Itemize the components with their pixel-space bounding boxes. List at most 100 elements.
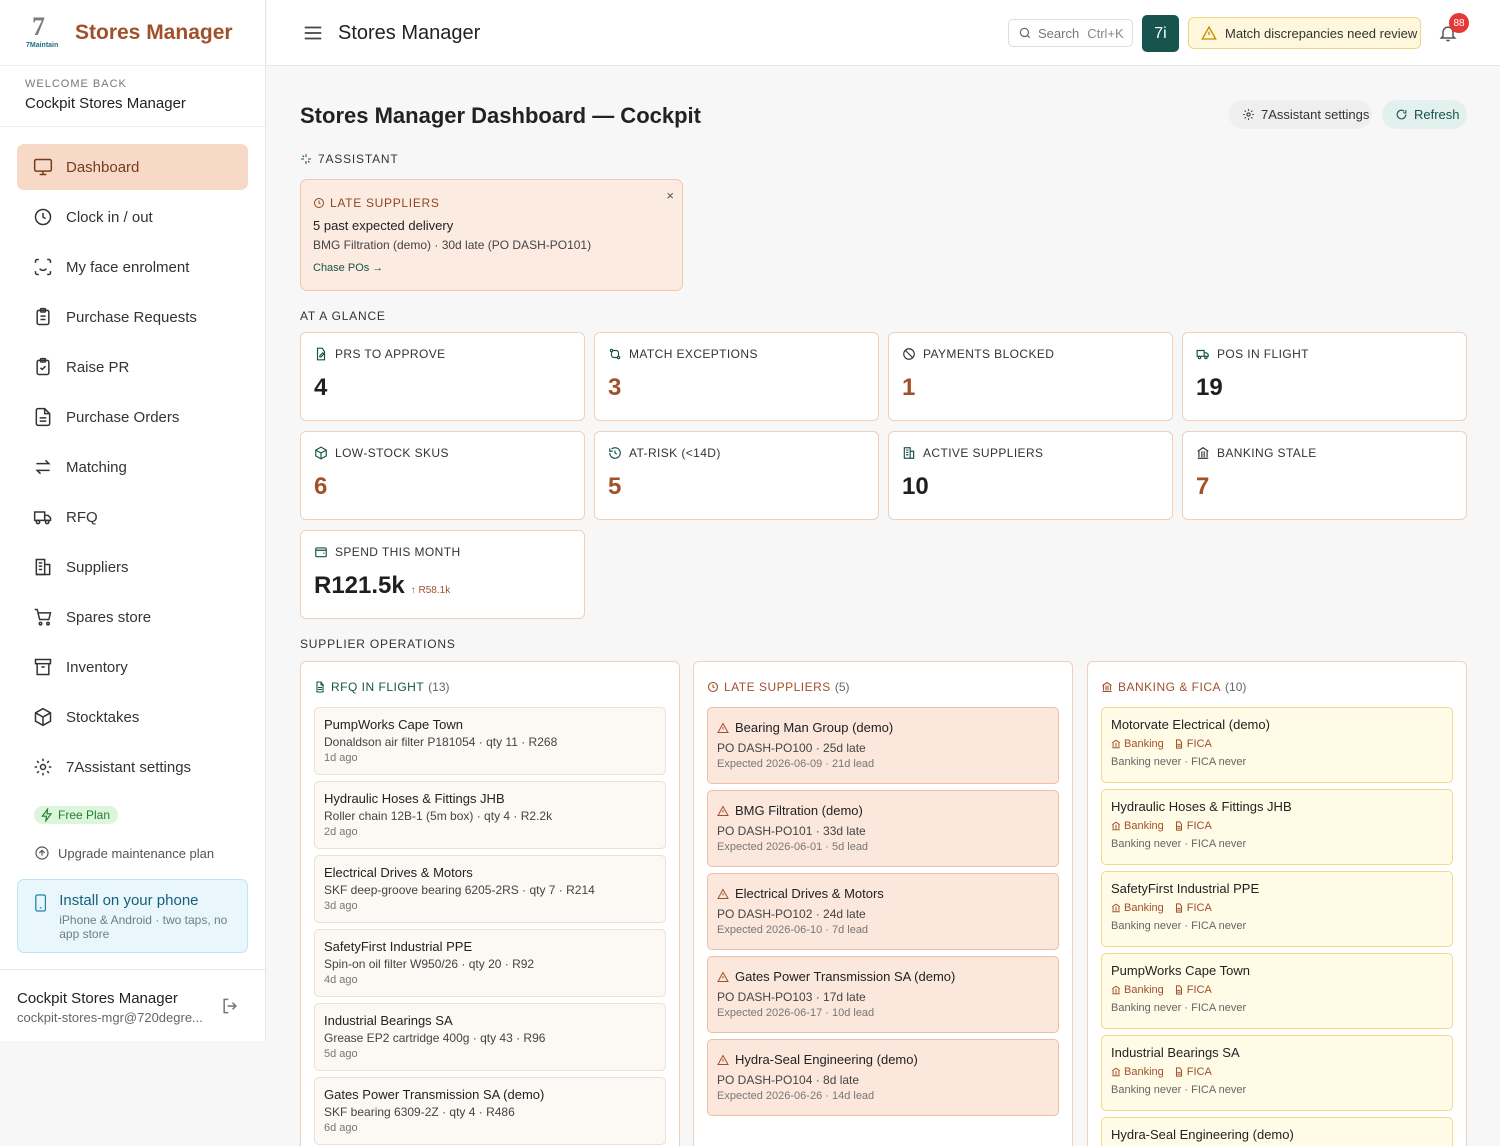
banking-item[interactable]: PumpWorks Cape Town Banking FICA Banking ne…	[1101, 953, 1453, 1029]
stat-card-match-exceptions[interactable]: MATCH EXCEPTIONS 3	[594, 332, 879, 421]
sidebar-item-assistant-settings[interactable]: 7Assistant settings	[17, 744, 248, 790]
menu-icon[interactable]	[302, 22, 324, 44]
search-box[interactable]: Search Ctrl+K	[1008, 19, 1133, 47]
late-supplier-item[interactable]: BMG Filtration (demo) PO DASH-PO101 · 33d…	[707, 790, 1059, 867]
sidebar-item-rfq[interactable]: RFQ	[17, 494, 248, 540]
sidebar-item-face-enrolment[interactable]: My face enrolment	[17, 244, 248, 290]
package-icon	[34, 707, 52, 727]
bank-icon	[1197, 447, 1209, 459]
assistant-section-label: 7ASSISTANT	[300, 152, 398, 166]
panel-heading: BANKING & FICA (10)	[1101, 680, 1453, 694]
assistant-settings-button[interactable]: 7Assistant settings	[1229, 100, 1372, 129]
refresh-button[interactable]: Refresh	[1382, 100, 1467, 129]
stat-card-pos-in-flight[interactable]: POS IN FLIGHT 19	[1182, 332, 1467, 421]
sidebar-item-purchase-orders[interactable]: Purchase Orders	[17, 394, 248, 440]
banking-fica-panel: BANKING & FICA (10) Motorvate Electrical …	[1087, 661, 1467, 1146]
bank-icon	[1111, 739, 1121, 749]
git-compare-icon	[609, 348, 621, 360]
banking-item[interactable]: Hydraulic Hoses & Fittings JHB Banking FIC…	[1101, 789, 1453, 865]
match-discrepancy-alert[interactable]: Match discrepancies need review	[1188, 17, 1421, 49]
rfq-item[interactable]: SafetyFirst Industrial PPE Spin-on oil fi…	[314, 929, 666, 997]
glance-section-label: AT A GLANCE	[300, 309, 386, 323]
stat-card-prs-to-approve[interactable]: PRS TO APPROVE 4	[300, 332, 585, 421]
package-icon	[315, 446, 327, 460]
install-app-card[interactable]: Install on your phone iPhone & Android ·…	[17, 879, 248, 953]
user-footer: Cockpit Stores Manager cockpit-stores-mg…	[0, 969, 265, 1041]
ban-icon	[903, 348, 915, 360]
building-icon	[35, 558, 51, 576]
sidebar-item-dashboard[interactable]: Dashboard	[17, 144, 248, 190]
sidebar-item-clock[interactable]: Clock in / out	[17, 194, 248, 240]
late-supplier-item[interactable]: Hydra-Seal Engineering (demo) PO DASH-PO1…	[707, 1039, 1059, 1116]
fica-tag: FICA	[1174, 820, 1212, 832]
stat-value: 1	[902, 374, 916, 401]
logout-icon[interactable]	[220, 996, 240, 1016]
sidebar-nav: Dashboard Clock in / out My face enrolme…	[0, 127, 265, 790]
logo[interactable]: 7 7Maintain Stores Manager	[0, 0, 265, 66]
late-suppliers-panel: LATE SUPPLIERS (5) Bearing Man Group (dem…	[693, 661, 1073, 1146]
lightning-icon	[41, 808, 53, 822]
bank-icon	[1111, 1067, 1121, 1077]
stat-card-low-stock-skus[interactable]: LOW-STOCK SKUS 6	[300, 431, 585, 520]
close-icon[interactable]: ×	[666, 188, 674, 203]
sidebar-item-inventory[interactable]: Inventory	[17, 644, 248, 690]
warning-icon	[717, 1053, 729, 1065]
clipboard-list-icon	[36, 307, 50, 326]
assistant-button[interactable]: 7i	[1142, 15, 1179, 52]
banking-item[interactable]: Hydra-Seal Engineering (demo)	[1101, 1117, 1453, 1146]
rfq-item[interactable]: Hydraulic Hoses & Fittings JHB Roller cha…	[314, 781, 666, 849]
gear-icon	[34, 758, 52, 776]
install-title: Install on your phone	[59, 892, 199, 909]
late-supplier-item[interactable]: Electrical Drives & Motors PO DASH-PO102 …	[707, 873, 1059, 950]
warning-icon	[717, 804, 729, 816]
cart-icon	[34, 608, 52, 626]
stat-value: 10	[902, 473, 929, 500]
welcome-label: WELCOME BACK	[25, 78, 127, 90]
welcome-block: WELCOME BACK Cockpit Stores Manager	[0, 66, 265, 127]
stat-value: 6	[314, 473, 328, 500]
ops-section-label: SUPPLIER OPERATIONS	[300, 637, 456, 651]
install-subtitle: iPhone & Android · two taps, no app stor…	[59, 913, 228, 941]
stat-card-spend-this-month[interactable]: SPEND THIS MONTH R121.5k ↑ R58.1k	[300, 530, 585, 619]
arrows-left-right-icon	[35, 459, 51, 475]
face-scan-icon	[34, 258, 52, 276]
fica-tag: FICA	[1174, 984, 1212, 996]
warning-icon	[717, 721, 729, 733]
sidebar-item-raise-pr[interactable]: Raise PR	[17, 344, 248, 390]
rfq-item[interactable]: Industrial Bearings SA Grease EP2 cartrid…	[314, 1003, 666, 1071]
banking-item[interactable]: SafetyFirst Industrial PPE Banking FICA Ban…	[1101, 871, 1453, 947]
document-icon	[1175, 739, 1182, 749]
monitor-icon	[33, 158, 53, 176]
rfq-item[interactable]: PumpWorks Cape Town Donaldson air filter …	[314, 707, 666, 775]
stat-value: 19	[1196, 374, 1223, 401]
sidebar-item-suppliers[interactable]: Suppliers	[17, 544, 248, 590]
fica-tag: FICA	[1174, 902, 1212, 914]
bank-icon	[1111, 903, 1121, 913]
stat-value: 3	[608, 374, 622, 401]
banking-tag: Banking	[1111, 902, 1164, 914]
sidebar-item-matching[interactable]: Matching	[17, 444, 248, 490]
sidebar-item-purchase-requests[interactable]: Purchase Requests	[17, 294, 248, 340]
document-icon	[316, 681, 324, 693]
late-supplier-item[interactable]: Bearing Man Group (demo) PO DASH-PO100 · …	[707, 707, 1059, 784]
bank-icon	[1111, 821, 1121, 831]
rfq-item[interactable]: Electrical Drives & Motors SKF deep-groov…	[314, 855, 666, 923]
sidebar-item-spares-store[interactable]: Spares store	[17, 594, 248, 640]
upgrade-link[interactable]: Upgrade maintenance plan	[34, 845, 265, 861]
chase-pos-link[interactable]: Chase POs →	[313, 262, 670, 274]
file-edit-icon	[316, 347, 326, 361]
stat-card-banking-stale[interactable]: BANKING STALE 7	[1182, 431, 1467, 520]
stat-card-at-risk[interactable]: AT-RISK (<14D) 5	[594, 431, 879, 520]
late-supplier-item[interactable]: Gates Power Transmission SA (demo) PO DAS…	[707, 956, 1059, 1033]
warning-icon	[1201, 25, 1217, 40]
stat-card-payments-blocked[interactable]: PAYMENTS BLOCKED 1	[888, 332, 1173, 421]
banking-item[interactable]: Industrial Bearings SA Banking FICA Banking…	[1101, 1035, 1453, 1111]
rfq-item[interactable]: Gates Power Transmission SA (demo) SKF be…	[314, 1077, 666, 1145]
clock-icon	[707, 681, 719, 693]
stat-card-active-suppliers[interactable]: ACTIVE SUPPLIERS 10	[888, 431, 1173, 520]
sidebar-item-stocktakes[interactable]: Stocktakes	[17, 694, 248, 740]
document-icon	[1175, 985, 1182, 995]
welcome-name: Cockpit Stores Manager	[25, 95, 186, 112]
banking-item[interactable]: Motorvate Electrical (demo) Banking FICA Ba…	[1101, 707, 1453, 783]
panel-heading: RFQ IN FLIGHT (13)	[314, 680, 666, 694]
